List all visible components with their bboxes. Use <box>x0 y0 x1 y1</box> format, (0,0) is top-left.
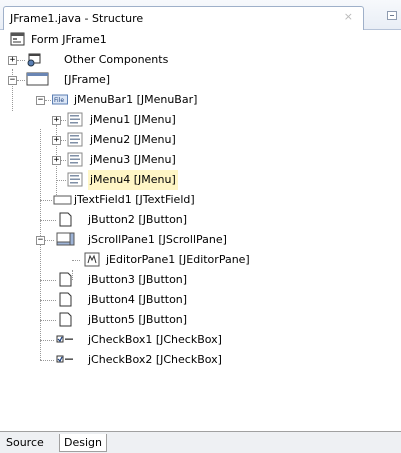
structure-tree: Form JFrame1 + Other Components − [JFram… <box>0 30 401 431</box>
tree-node-jscrollpane1[interactable]: − jScrollPane1 [JScrollPane] <box>0 230 401 250</box>
checkbox-icon <box>56 335 73 343</box>
tree-node-label: Other Components <box>64 53 169 66</box>
button-icon <box>59 272 72 287</box>
tree-line <box>17 80 25 81</box>
minimize-icon[interactable] <box>387 11 397 20</box>
tree-node-jbutton4[interactable]: jButton4 [JButton] <box>0 290 401 310</box>
tree-node-jcheckbox1[interactable]: jCheckBox1 [JCheckBox] <box>0 330 401 350</box>
tree-node-label: jMenu3 [JMenu] <box>90 153 176 166</box>
tree-line <box>45 240 54 241</box>
tree-node-jbutton2[interactable]: jButton2 [JButton] <box>0 210 401 230</box>
editorpane-icon <box>84 252 100 267</box>
tree-node-label: jScrollPane1 [JScrollPane] <box>88 233 227 246</box>
tree-node-label: jMenu2 [JMenu] <box>90 133 176 146</box>
bottom-tab-bar: Source Design <box>0 431 401 453</box>
tree-node-label: jMenu1 [JMenu] <box>90 113 176 126</box>
button-icon <box>59 212 72 227</box>
button-icon <box>59 292 72 307</box>
components-icon <box>27 53 41 67</box>
expand-icon[interactable]: + <box>52 156 61 165</box>
tree-node-jmenu4[interactable]: jMenu4 [JMenu] <box>0 170 401 190</box>
tree-line <box>45 100 51 101</box>
checkbox-icon <box>56 355 73 363</box>
collapse-icon[interactable]: − <box>36 96 45 105</box>
form-icon <box>10 32 25 46</box>
scrollpane-icon <box>56 232 75 246</box>
menu-icon <box>67 112 83 127</box>
expand-icon[interactable]: + <box>8 56 17 65</box>
tree-node-label: jButton3 [JButton] <box>88 273 188 286</box>
tree-line <box>56 180 66 181</box>
collapse-icon[interactable]: − <box>8 76 17 85</box>
tree-line <box>61 160 66 161</box>
tree-line <box>61 140 66 141</box>
collapse-icon[interactable]: − <box>36 236 45 245</box>
button-icon <box>59 312 72 327</box>
close-icon[interactable]: × <box>344 10 353 23</box>
tab-title: JFrame1.java - Structure <box>10 12 144 25</box>
tree-node-jeditorpane1[interactable]: jEditorPane1 [JEditorPane] <box>0 250 401 270</box>
tree-node-jmenu2[interactable]: + jMenu2 [JMenu] <box>0 130 401 150</box>
tab-design[interactable]: Design <box>59 434 107 452</box>
tree-node-label: jTextField1 [JTextField] <box>74 193 195 206</box>
tab-source[interactable]: Source <box>2 434 48 452</box>
tree-line <box>17 60 25 61</box>
tree-line <box>40 320 56 321</box>
tree-node-label: jCheckBox1 [JCheckBox] <box>88 333 222 346</box>
textfield-icon <box>53 195 72 205</box>
tree-node-jframe[interactable]: − [JFrame] <box>0 70 401 90</box>
tree-line <box>40 340 54 341</box>
tree-node-jcheckbox2[interactable]: jCheckBox2 [JCheckBox] <box>0 350 401 370</box>
tree-node-label: [JFrame] <box>64 73 111 86</box>
tree-line <box>40 360 54 361</box>
menu-icon <box>67 172 83 187</box>
menu-icon <box>67 152 83 167</box>
expand-icon[interactable]: + <box>52 136 61 145</box>
tree-node-jmenu3[interactable]: + jMenu3 [JMenu] <box>0 150 401 170</box>
menubar-icon: File <box>52 94 68 105</box>
tree-node-label: Form JFrame1 <box>31 33 107 46</box>
tree-line <box>40 220 56 221</box>
tree-line <box>40 200 52 201</box>
tree-line <box>40 300 56 301</box>
tree-line <box>61 120 66 121</box>
tree-node-jmenubar1[interactable]: − File jMenuBar1 [JMenuBar] <box>0 90 401 110</box>
tree-node-label: jButton2 [JButton] <box>88 213 188 226</box>
tree-node-jtextfield1[interactable]: jTextField1 [JTextField] <box>0 190 401 210</box>
tree-line <box>72 260 80 261</box>
tree-node-other-components[interactable]: + Other Components <box>0 50 401 70</box>
title-bar: JFrame1.java - Structure × <box>0 0 401 30</box>
expand-icon[interactable]: + <box>52 116 61 125</box>
tree-node-label: jMenuBar1 [JMenuBar] <box>74 93 198 106</box>
tree-node-form[interactable]: Form JFrame1 <box>0 30 401 50</box>
tree-node-label: jButton4 [JButton] <box>88 293 188 306</box>
structure-tab[interactable]: JFrame1.java - Structure × <box>3 6 364 30</box>
tree-line <box>40 280 56 281</box>
menu-icon <box>67 132 83 147</box>
tree-node-jbutton3[interactable]: jButton3 [JButton] <box>0 270 401 290</box>
tree-node-label: jCheckBox2 [JCheckBox] <box>88 353 222 366</box>
menubar-icon-text: File <box>54 97 64 104</box>
tree-node-label: jMenu4 [JMenu] <box>88 170 178 190</box>
tree-node-label: jButton5 [JButton] <box>88 313 188 326</box>
tree-node-label: jEditorPane1 [JEditorPane] <box>106 253 250 266</box>
tree-node-jbutton5[interactable]: jButton5 [JButton] <box>0 310 401 330</box>
frame-icon <box>26 72 49 86</box>
tree-node-jmenu1[interactable]: + jMenu1 [JMenu] <box>0 110 401 130</box>
